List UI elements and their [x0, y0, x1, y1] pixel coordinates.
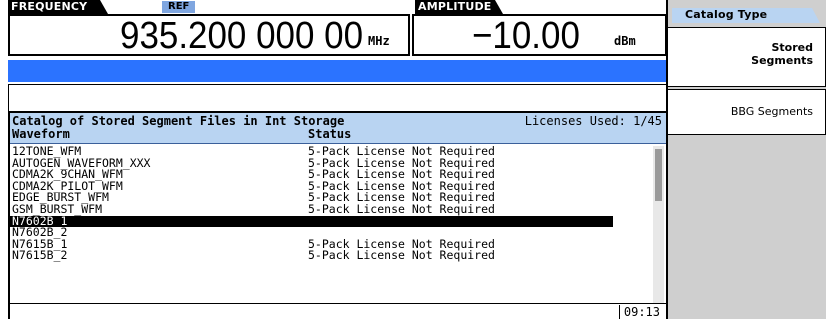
- catalog-title: Catalog of Stored Segment Files in Int S…: [12, 114, 345, 128]
- list-item-selected[interactable]: N7602B_1: [10, 215, 613, 228]
- amplitude-unit: dBm: [614, 34, 636, 48]
- ref-badge: REF: [162, 1, 196, 13]
- amplitude-value: −10.00: [472, 15, 580, 57]
- message-line: [8, 85, 667, 111]
- catalog-type-menu-title: Catalog Type: [672, 8, 820, 23]
- catalog-header: Catalog of Stored Segment Files in Int S…: [10, 113, 666, 144]
- stored-segments-label-line1: Stored: [771, 41, 814, 54]
- frequency-title-bar: [108, 0, 408, 14]
- frequency-value: 935.200 000 00: [120, 15, 364, 57]
- frequency-display[interactable]: 935.200 000 00 MHz: [8, 14, 410, 56]
- stored-segments-label-line2: Segments: [751, 54, 813, 67]
- waveform-name: N7615B_2: [12, 248, 68, 263]
- frequency-tab-label: FREQUENCY: [11, 0, 88, 13]
- clock-time: 09:13: [618, 305, 660, 319]
- amplitude-display[interactable]: −10.00 dBm: [412, 14, 667, 56]
- status-bar: [8, 60, 667, 82]
- frequency-unit: MHz: [368, 34, 390, 48]
- bottom-status-strip: 09:13: [10, 303, 666, 319]
- softkey-stored-segments[interactable]: Stored Segments: [667, 27, 826, 87]
- amplitude-tab-label: AMPLITUDE: [418, 0, 492, 13]
- scrollbar-thumb[interactable]: [655, 149, 662, 201]
- segment-file-list[interactable]: 12TONE_WFM 5-Pack License Not Required A…: [10, 145, 655, 262]
- amplitude-tab: AMPLITUDE: [415, 0, 503, 14]
- list-item[interactable]: N7615B_2 5-Pack License Not Required: [10, 250, 655, 262]
- softkey-bbg-segments[interactable]: BBG Segments: [667, 89, 826, 135]
- catalog-type-label: Catalog Type: [685, 8, 768, 21]
- list-item[interactable]: GSM_BURST_WFM 5-Pack License Not Require…: [10, 201, 655, 216]
- licenses-used: Licenses Used: 1/45: [524, 114, 662, 128]
- column-header-waveform[interactable]: Waveform: [12, 127, 70, 141]
- license-status: 5-Pack License Not Required: [308, 248, 495, 263]
- list-scrollbar[interactable]: [653, 146, 664, 304]
- frequency-tab: FREQUENCY: [8, 0, 108, 14]
- column-header-status[interactable]: Status: [308, 127, 351, 141]
- license-status: 5-Pack License Not Required: [308, 201, 495, 216]
- bbg-segments-label: BBG Segments: [730, 105, 813, 118]
